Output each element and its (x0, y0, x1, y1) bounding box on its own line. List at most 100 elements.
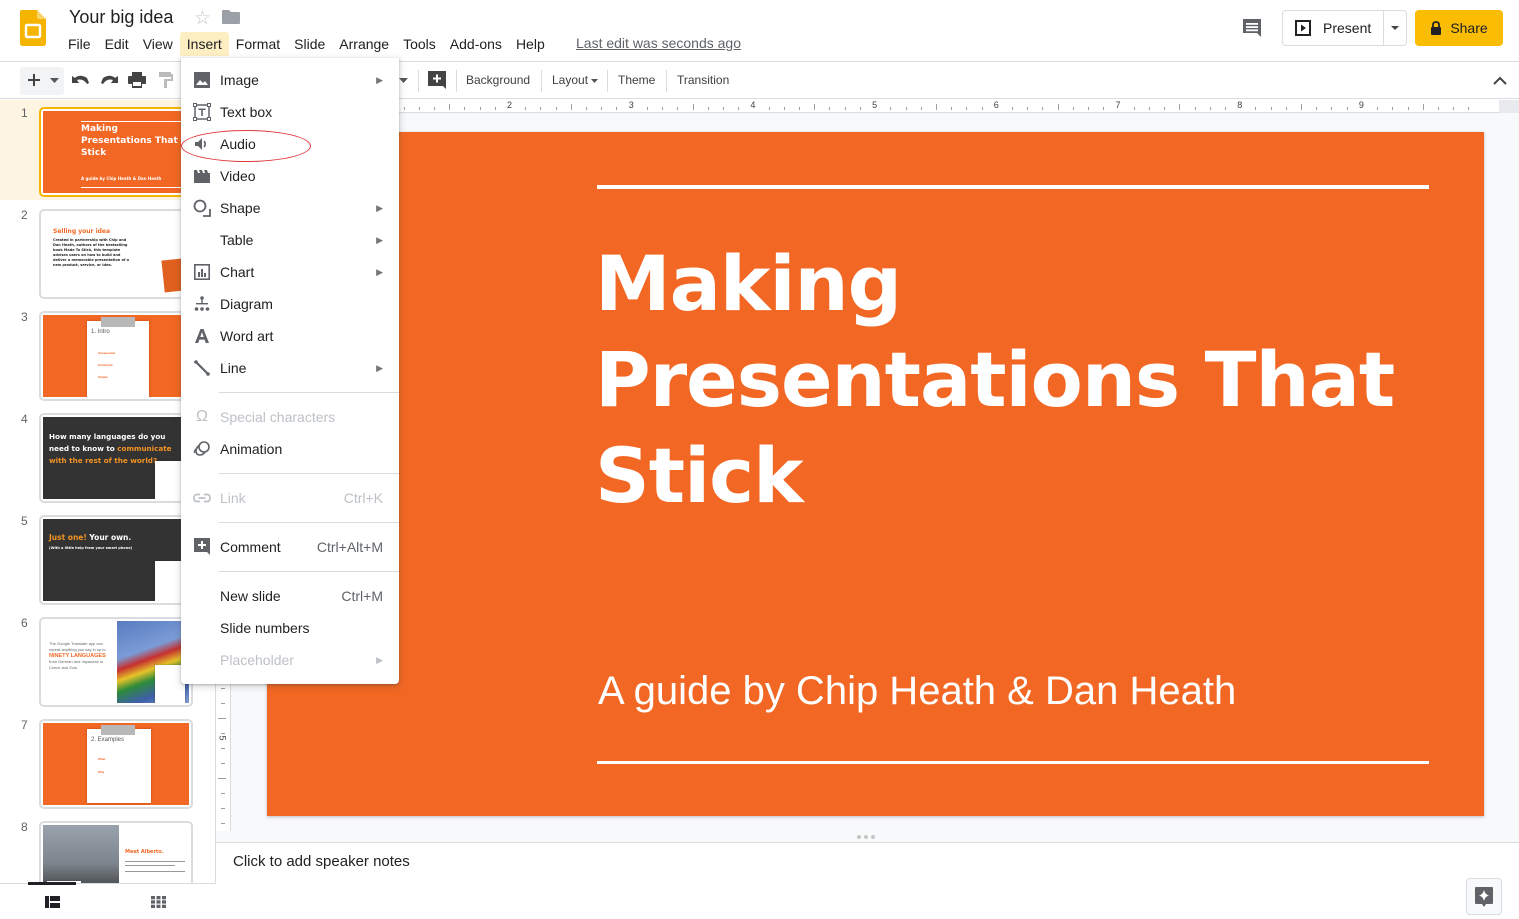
horizontal-ruler[interactable]: 2 3 4 5 6 7 8 9 (216, 100, 1500, 113)
insert-animation[interactable]: Animation (181, 433, 399, 465)
filmstrip-view-tab[interactable] (28, 882, 76, 919)
insert-link[interactable]: Link Ctrl+K (181, 482, 399, 514)
slide-thumbnail[interactable]: Just one! Your own. (With a little help … (39, 515, 193, 605)
slide-thumbnail[interactable]: 2. Examples What Why (39, 719, 193, 809)
present-button[interactable]: Present (1283, 11, 1385, 45)
insert-word-art[interactable]: Word art (181, 320, 399, 352)
insert-diagram[interactable]: Diagram (181, 288, 399, 320)
caret-down-icon (49, 77, 59, 83)
present-button-group: Present (1282, 10, 1407, 46)
current-slide[interactable]: Making Presentations That Stick A guide … (267, 132, 1484, 816)
menu-insert[interactable]: Insert (179, 32, 229, 56)
filmstrip-slide-8[interactable]: 8 Meet Alberto. (0, 814, 215, 883)
ruler-tick (1285, 107, 1287, 110)
insert-comment[interactable]: Comment Ctrl+Alt+M (181, 531, 399, 563)
submenu-arrow-icon: ▶ (376, 74, 383, 85)
folder-icon[interactable] (222, 10, 240, 24)
slide-thumbnail[interactable]: Making Presentations That Stick A guide … (39, 107, 193, 197)
ruler-tick (1012, 107, 1013, 110)
add-comment-icon (428, 71, 446, 89)
speaker-notes-placeholder: Click to add speaker notes (233, 853, 410, 870)
present-options-dropdown[interactable] (1384, 11, 1406, 45)
slide-thumbnail[interactable]: Selling your idea Created in partnership… (39, 209, 193, 299)
filmstrip-slide-7[interactable]: 7 2. Examples What Why (0, 712, 215, 812)
insert-text-box[interactable]: Text box (181, 96, 399, 128)
share-button[interactable]: Share (1415, 10, 1503, 46)
text-box-icon (193, 103, 211, 121)
ruler-label: 6 (993, 100, 999, 110)
print-icon (128, 72, 146, 88)
slide-bottom-rule (597, 761, 1429, 764)
insert-line[interactable]: Line ▶ (181, 352, 399, 384)
menu-help[interactable]: Help (509, 32, 552, 56)
grid-view-tab[interactable] (134, 884, 182, 919)
menu-arrange[interactable]: Arrange (332, 32, 396, 56)
menu-format[interactable]: Format (229, 32, 287, 56)
ruler-tick (601, 107, 603, 110)
insert-chart[interactable]: Chart ▶ (181, 256, 399, 288)
redo-button[interactable] (99, 70, 119, 90)
insert-video[interactable]: Video (181, 160, 399, 192)
thumb-text-line (125, 861, 185, 862)
menu-tools[interactable]: Tools (396, 32, 443, 56)
insert-special-characters[interactable]: Ω Special characters (181, 401, 399, 433)
speaker-notes[interactable]: Click to add speaker notes (217, 844, 1519, 919)
slides-logo-icon[interactable] (20, 10, 46, 46)
menu-edit[interactable]: Edit (98, 32, 136, 56)
insert-slide-numbers[interactable]: Slide numbers (181, 612, 399, 644)
slide-title-line: Making (595, 239, 902, 328)
thumb-bullet: Why (98, 770, 105, 774)
insert-shape[interactable]: Shape ▶ (181, 192, 399, 224)
layout-button[interactable]: Layout (552, 73, 599, 87)
slide-thumbnail[interactable]: 1. Intro Unexpected Emotional Simple (39, 311, 193, 401)
thumb-title: Just one! Your own. (49, 533, 132, 542)
menu-slide[interactable]: Slide (287, 32, 332, 56)
app-header: Your big idea ☆ File Edit View Insert Fo… (0, 0, 1519, 62)
ruler-label: 5 (872, 100, 878, 110)
slide-thumbnail[interactable]: Meet Alberto. (39, 821, 193, 883)
menu-view[interactable]: View (136, 32, 180, 56)
insert-audio[interactable]: Audio (181, 128, 399, 162)
last-edit-link[interactable]: Last edit was seconds ago (576, 35, 741, 51)
ruler-tick (677, 107, 679, 110)
collapse-menus-chevron-up-icon[interactable] (1490, 72, 1510, 90)
ruler-tick (1301, 104, 1303, 110)
ruler-tick (1164, 107, 1166, 110)
slide-title[interactable]: Making Presentations That Stick (595, 236, 1455, 524)
ruler-tick (433, 107, 435, 110)
ruler-tick (768, 107, 770, 110)
menu-addons[interactable]: Add-ons (443, 32, 509, 56)
new-slide-layout-dropdown[interactable] (46, 70, 62, 90)
insert-table[interactable]: Table ▶ (181, 224, 399, 256)
thumb-subtitle: A guide by Chip Heath & Dan Heath (81, 176, 162, 181)
toolbar-divider (607, 70, 608, 92)
add-comment-button[interactable] (427, 70, 447, 90)
explore-icon (1475, 886, 1493, 907)
insert-placeholder[interactable]: Placeholder ▶ (181, 644, 399, 676)
new-slide-button[interactable] (24, 70, 44, 90)
print-button[interactable] (127, 70, 147, 90)
ruler-tick (935, 104, 937, 110)
background-button[interactable]: Background (466, 73, 530, 87)
shape-icon (193, 199, 211, 217)
ruler-tick (418, 107, 420, 110)
explore-button[interactable] (1466, 878, 1502, 915)
slide-subtitle[interactable]: A guide by Chip Heath & Dan Heath (598, 669, 1236, 714)
paint-format-button[interactable] (156, 70, 176, 90)
ruler-tick (1453, 107, 1455, 110)
menu-file[interactable]: File (61, 32, 98, 56)
ruler-tick (1179, 104, 1181, 110)
star-icon[interactable]: ☆ (194, 7, 211, 30)
undo-button[interactable] (71, 70, 91, 90)
notes-resize-handle[interactable] (216, 831, 1519, 843)
insert-new-slide[interactable]: New slide Ctrl+M (181, 580, 399, 612)
document-title[interactable]: Your big idea (69, 7, 173, 28)
slide-thumbnail[interactable]: The Google Translate app can repeat anyt… (39, 617, 193, 707)
slide-thumbnail[interactable]: How many languages do you need to know t… (39, 413, 193, 503)
drag-handle-dots-icon (857, 835, 875, 839)
comment-history-icon[interactable] (1240, 16, 1264, 40)
insert-image[interactable]: Image ▶ (181, 64, 399, 96)
transition-button[interactable]: Transition (677, 73, 729, 87)
theme-button[interactable]: Theme (618, 73, 655, 87)
thumb-body: Created in partnership with Chip and Dan… (53, 238, 130, 267)
